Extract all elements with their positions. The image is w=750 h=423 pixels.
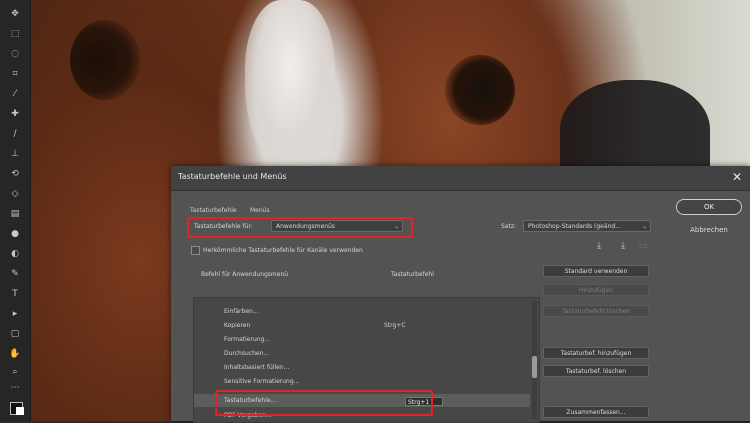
chevron-down-icon: ⌄ <box>393 223 399 230</box>
shortcuts-for-value: Anwendungsmenüs <box>276 223 335 230</box>
tools-panel: ✥ ⬚ ◌ ⌗ ⁄ ✚ ∕ ⊥ ⟲ ◇ ▤ ● ◐ ✎ T ▸ ▢ ✋ ⌕ ⋯ <box>0 0 31 421</box>
list-item[interactable]: Inhaltsbasiert füllen... <box>194 361 530 374</box>
move-tool-icon[interactable]: ✥ <box>9 8 21 20</box>
background-color-swatch[interactable] <box>16 407 24 415</box>
chevron-down-icon: ⌄ <box>641 223 647 230</box>
pen-tool-icon[interactable]: ✎ <box>9 268 21 280</box>
list-scrollbar[interactable] <box>532 301 537 419</box>
list-item[interactable]: Einfärben... <box>194 305 530 318</box>
history-brush-icon[interactable]: ⟲ <box>9 168 21 180</box>
stamp-tool-icon[interactable]: ⊥ <box>9 148 21 160</box>
eraser-tool-icon[interactable]: ◇ <box>9 188 21 200</box>
horse-eye-right <box>445 55 515 125</box>
marquee-tool-icon[interactable]: ⬚ <box>9 28 21 40</box>
list-item[interactable]: Durchsuchen... <box>194 347 530 360</box>
ok-button[interactable]: OK <box>676 199 742 215</box>
shortcuts-for-select[interactable]: Anwendungsmenüs ⌄ <box>271 220 403 232</box>
dialog-titlebar: Tastaturbefehle und Menüs ✕ <box>171 166 750 191</box>
horse-eye-left <box>70 20 140 100</box>
list-item[interactable]: Formatierung... <box>194 333 530 346</box>
close-icon[interactable]: ✕ <box>732 170 742 184</box>
new-set-icon[interactable]: ⤓ <box>617 240 629 252</box>
list-item[interactable]: Sensitive Formatierung... <box>194 375 530 388</box>
legacy-shortcuts-checkbox[interactable] <box>191 246 200 255</box>
eyedropper-tool-icon[interactable]: ⁄ <box>9 88 21 100</box>
path-select-icon[interactable]: ▸ <box>9 308 21 320</box>
dialog-title: Tastaturbefehle und Menüs <box>178 172 287 181</box>
legacy-shortcuts-label: Herkömmliche Tastaturbefehle für Kanäle … <box>203 247 363 254</box>
gradient-tool-icon[interactable]: ▤ <box>9 208 21 220</box>
type-tool-icon[interactable]: T <box>9 288 21 300</box>
horse-blaze <box>245 0 335 170</box>
blur-tool-icon[interactable]: ● <box>9 228 21 240</box>
shortcuts-for-label: Tastaturbefehle für: <box>194 223 253 230</box>
brush-tool-icon[interactable]: ∕ <box>9 128 21 140</box>
more-tools-icon[interactable]: ⋯ <box>9 382 21 394</box>
add-shortcut-button[interactable]: Tastaturbef. hinzufügen <box>543 347 649 359</box>
hand-tool-icon[interactable]: ✋ <box>9 348 21 360</box>
list-item[interactable]: Kopieren Strg+C <box>194 319 530 332</box>
zoom-tool-icon[interactable]: ⌕ <box>9 366 21 378</box>
scrollbar-thumb[interactable] <box>532 356 537 378</box>
cancel-button[interactable]: Abbrechen <box>676 222 742 238</box>
dodge-tool-icon[interactable]: ◐ <box>9 248 21 260</box>
remove-shortcut-button[interactable]: Tastaturbef. löschen <box>543 365 649 377</box>
column-header-shortcut: Tastaturbefehl <box>391 271 434 278</box>
healing-tool-icon[interactable]: ✚ <box>9 108 21 120</box>
save-set-icon[interactable]: ⤓ <box>593 240 605 252</box>
use-default-button[interactable]: Standard verwenden <box>543 265 649 277</box>
keyboard-shortcuts-dialog: Tastaturbefehle und Menüs ✕ Tastaturbefe… <box>171 166 750 423</box>
set-select[interactable]: Photoshop-Standards (geänd... ⌄ <box>523 220 651 232</box>
tab-menus[interactable]: Menüs <box>250 207 270 214</box>
crop-tool-icon[interactable]: ⌗ <box>9 68 21 80</box>
highlight-box-selected-row <box>215 390 433 416</box>
summarize-button[interactable]: Zusammenfassen... <box>543 406 649 418</box>
delete-set-icon[interactable]: ▭ <box>637 240 649 252</box>
column-header-command: Befehl für Anwendungsmenü <box>201 271 289 278</box>
set-value: Photoshop-Standards (geänd... <box>528 223 621 230</box>
lasso-tool-icon[interactable]: ◌ <box>9 48 21 60</box>
delete-shortcut-button[interactable]: Tastaturbefehl löschen <box>543 305 649 317</box>
add-button[interactable]: Hinzufügen <box>543 284 649 296</box>
tab-shortcuts[interactable]: Tastaturbefehle <box>190 207 237 214</box>
rectangle-tool-icon[interactable]: ▢ <box>9 328 21 340</box>
set-label: Satz: <box>501 223 517 230</box>
